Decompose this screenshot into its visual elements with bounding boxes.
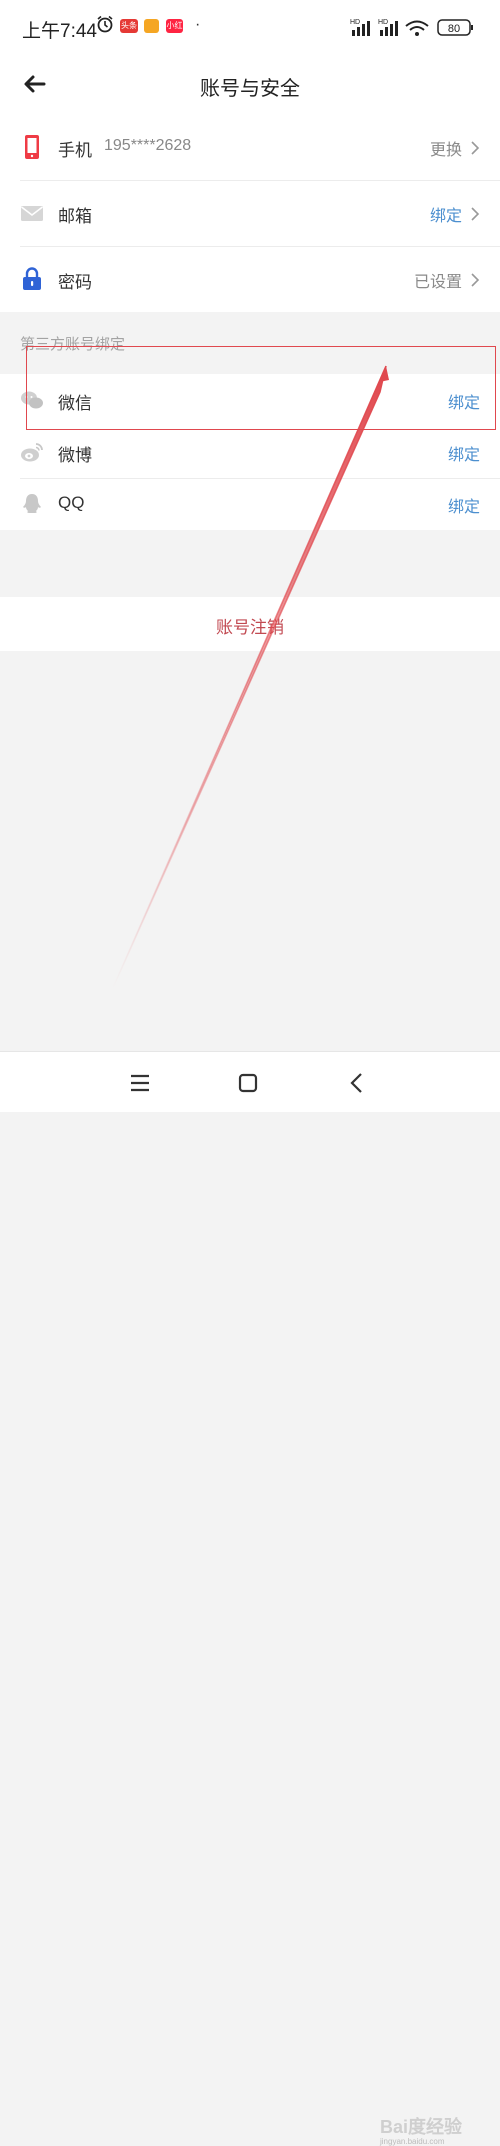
wechat-row[interactable]: 微信 绑定 (0, 374, 500, 426)
xiaohongshu-app-icon: 小红书 (166, 19, 183, 44)
email-bind-link[interactable]: 绑定 (430, 202, 462, 226)
back-icon[interactable] (344, 1070, 370, 1096)
menu-icon[interactable] (127, 1070, 153, 1096)
system-navigation-bar: Bai度经验 jingyan.baidu.com (0, 1051, 500, 2146)
battery-level: 80 (448, 23, 460, 35)
watermark-sub: jingyan.baidu.com (380, 2137, 445, 2146)
phone-change-link[interactable]: 更换 (430, 136, 462, 160)
wechat-icon (21, 391, 43, 409)
weibo-icon (21, 443, 43, 462)
signal-hd-label: HD (350, 19, 360, 26)
third-party-section-label: 第三方账号绑定 (20, 336, 126, 353)
app-header: 账号与安全 (0, 58, 500, 114)
wechat-bind-link[interactable]: 绑定 (448, 389, 480, 413)
email-row[interactable]: 邮箱 绑定 (0, 180, 500, 246)
notification-dot: · (195, 16, 201, 33)
qq-icon (23, 494, 41, 513)
mail-icon (21, 206, 43, 221)
qq-row[interactable]: QQ 绑定 (0, 478, 500, 530)
account-deletion-button[interactable]: 账号注销 (0, 597, 500, 651)
wechat-label: 微信 (58, 394, 92, 413)
weibo-row[interactable]: 微博 绑定 (0, 426, 500, 478)
status-indicators: HD HD 80 (350, 19, 473, 36)
chevron-right-icon (471, 207, 480, 221)
home-icon[interactable] (235, 1070, 261, 1096)
status-bar: 上午7:44 头条 小红书 · HD HD 80 (0, 0, 500, 58)
qq-bind-link[interactable]: 绑定 (448, 493, 480, 517)
svg-text:HD: HD (378, 19, 388, 26)
chevron-right-icon (471, 273, 480, 287)
status-time: 上午7:44 (22, 21, 97, 42)
account-deletion-label: 账号注销 (216, 618, 284, 637)
third-party-card: 微信 绑定 微博 绑定 QQ 绑定 (0, 374, 500, 530)
password-status[interactable]: 已设置 (414, 268, 462, 292)
notes-app-icon (144, 19, 159, 33)
chevron-right-icon (471, 141, 480, 155)
weibo-label: 微博 (58, 446, 92, 465)
email-label: 邮箱 (58, 207, 92, 226)
qq-label: QQ (58, 493, 85, 512)
password-label: 密码 (58, 273, 92, 292)
account-settings-card: 手机 195****2628 更换 邮箱 绑定 密码 已设置 (0, 114, 500, 312)
watermark: Bai度经验 jingyan.baidu.com (380, 2113, 462, 2146)
alarm-icon (97, 15, 113, 33)
toutiao-app-icon: 头条 (120, 19, 138, 33)
lock-icon (23, 267, 41, 290)
phone-label: 手机 (58, 141, 92, 160)
phone-row[interactable]: 手机 195****2628 更换 (0, 114, 500, 180)
password-row[interactable]: 密码 已设置 (0, 246, 500, 312)
phone-number: 195****2628 (104, 137, 192, 154)
phone-icon (25, 135, 39, 159)
watermark-main: Bai度经验 (380, 2117, 463, 2137)
weibo-bind-link[interactable]: 绑定 (448, 441, 480, 465)
page-title: 账号与安全 (200, 78, 300, 100)
